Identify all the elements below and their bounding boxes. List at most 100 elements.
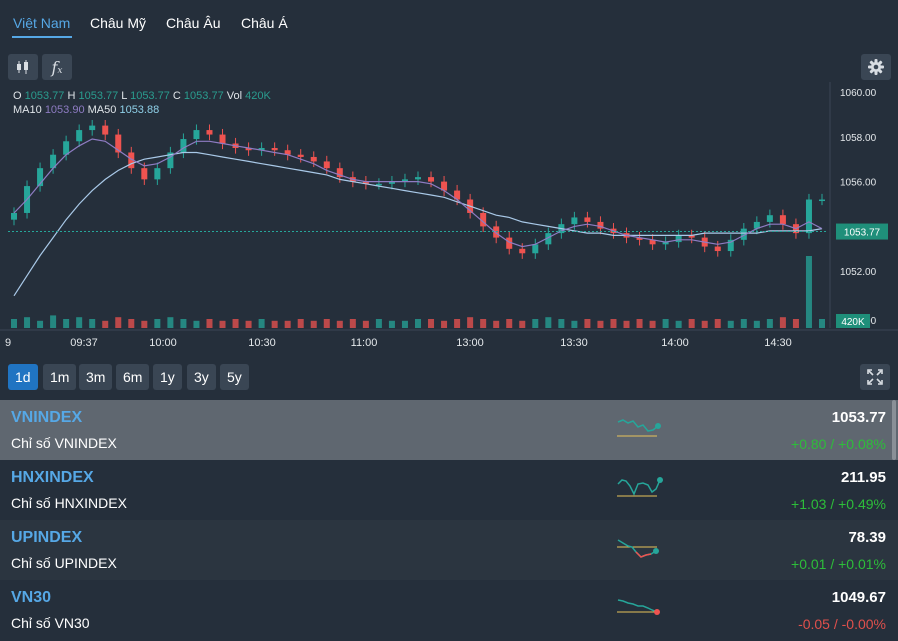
volume-bar bbox=[610, 319, 617, 328]
index-change: +1.03 / +0.49% bbox=[791, 496, 886, 512]
candle bbox=[76, 130, 83, 142]
candle bbox=[714, 246, 721, 252]
volume-bar bbox=[284, 320, 291, 328]
index-row-hnxindex[interactable]: HNXINDEX Chỉ số HNXINDEX 211.95 +1.03 / … bbox=[0, 460, 898, 520]
price-chart-svg[interactable]: 1060.001058.001056.001052.001050.00909:3… bbox=[0, 82, 898, 352]
volume-bar bbox=[649, 320, 656, 328]
legend-ma10: 1053.90 bbox=[44, 104, 85, 116]
expand-icon bbox=[867, 369, 883, 385]
index-name: Chỉ số HNXINDEX bbox=[11, 495, 127, 511]
volume-bar bbox=[388, 320, 395, 328]
range-1d[interactable]: 1d bbox=[8, 364, 38, 390]
volume-bar bbox=[571, 320, 578, 328]
volume-bar bbox=[675, 320, 682, 328]
range-6m[interactable]: 6m bbox=[116, 364, 150, 390]
index-symbol: VNINDEX bbox=[11, 409, 83, 426]
volume-bar bbox=[141, 320, 148, 328]
legend-h-label: H bbox=[67, 90, 76, 102]
sparkline-down-segment bbox=[635, 551, 652, 558]
x-tick-label: 14:00 bbox=[661, 337, 689, 349]
price-chart[interactable]: 1060.001058.001056.001052.001050.00909:3… bbox=[0, 82, 898, 352]
candle bbox=[89, 125, 96, 131]
legend-low: 1053.77 bbox=[130, 90, 170, 102]
volume-bar bbox=[323, 319, 330, 328]
candle bbox=[532, 244, 539, 254]
market-tabs: Việt Nam Châu Mỹ Châu Âu Châu Á bbox=[0, 0, 898, 46]
index-row-vn30[interactable]: VN30 Chỉ số VN30 1049.67 -0.05 / -0.00% bbox=[0, 580, 898, 640]
index-row-vnindex[interactable]: VNINDEX Chỉ số VNINDEX 1053.77 +0.80 / +… bbox=[0, 400, 898, 460]
index-value: 78.39 bbox=[848, 529, 886, 546]
volume-bar bbox=[493, 320, 500, 328]
ohlc-legend: O 1053.77 H 1053.77 L 1053.77 C 1053.77 … bbox=[13, 90, 271, 102]
list-scrollbar[interactable] bbox=[892, 400, 896, 460]
volume-bar bbox=[532, 319, 539, 328]
volume-bar bbox=[50, 315, 57, 328]
index-value: 1053.77 bbox=[831, 409, 886, 426]
legend-ma50: 1053.88 bbox=[119, 104, 160, 116]
x-tick-label: 10:00 bbox=[149, 337, 177, 349]
candle bbox=[766, 215, 773, 222]
legend-c-label: C bbox=[172, 90, 181, 102]
volume-bar bbox=[89, 319, 96, 328]
candle bbox=[428, 177, 435, 182]
x-tick-label: 13:30 bbox=[560, 337, 588, 349]
volume-bar bbox=[636, 319, 643, 328]
volume-bar bbox=[310, 320, 317, 328]
candle bbox=[323, 161, 330, 169]
legend-l-label: L bbox=[121, 90, 128, 102]
range-3m[interactable]: 3m bbox=[79, 364, 113, 390]
range-5y[interactable]: 5y bbox=[220, 364, 249, 390]
legend-high: 1053.77 bbox=[78, 90, 119, 102]
volume-bar bbox=[792, 319, 799, 328]
index-row-upindex[interactable]: UPINDEX Chỉ số UPINDEX 78.39 +0.01 / +0.… bbox=[0, 520, 898, 580]
volume-bar bbox=[519, 320, 526, 328]
volume-bar bbox=[779, 317, 786, 328]
candle bbox=[102, 125, 109, 135]
volume-bar bbox=[819, 319, 825, 328]
tab-americas[interactable]: Châu Mỹ bbox=[90, 15, 146, 31]
indicators-button[interactable]: fx bbox=[42, 54, 72, 80]
legend-volume: 420K bbox=[245, 90, 271, 102]
index-symbol: VN30 bbox=[11, 589, 52, 606]
range-3y[interactable]: 3y bbox=[187, 364, 216, 390]
gear-icon bbox=[868, 59, 884, 75]
candle bbox=[180, 139, 187, 153]
index-change: +0.01 / +0.01% bbox=[791, 556, 886, 572]
tab-europe[interactable]: Châu Âu bbox=[166, 15, 220, 31]
fullscreen-button[interactable] bbox=[860, 364, 890, 390]
volume-bar bbox=[506, 319, 513, 328]
candle bbox=[779, 215, 786, 225]
last-volume-label: 420K bbox=[841, 317, 865, 328]
volume-bar bbox=[662, 319, 669, 328]
volume-bar bbox=[727, 320, 734, 328]
legend-open: 1053.77 bbox=[24, 90, 65, 102]
volume-bar bbox=[232, 319, 239, 328]
tab-vietnam[interactable]: Việt Nam bbox=[13, 15, 70, 31]
tab-asia[interactable]: Châu Á bbox=[241, 15, 288, 31]
range-1m[interactable]: 1m bbox=[43, 364, 77, 390]
volume-bar bbox=[76, 317, 83, 328]
volume-bar bbox=[401, 320, 408, 328]
candle bbox=[415, 177, 421, 180]
x-tick-label: 14:30 bbox=[764, 337, 792, 349]
volume-bar bbox=[375, 319, 382, 328]
index-value: 1049.67 bbox=[831, 589, 886, 606]
range-1y[interactable]: 1y bbox=[153, 364, 182, 390]
sparkline bbox=[617, 599, 660, 615]
sparkline-path bbox=[617, 419, 659, 432]
volume-bar bbox=[362, 320, 369, 328]
chart-settings-button[interactable] bbox=[861, 54, 891, 80]
volume-bar bbox=[128, 319, 135, 328]
x-tick-label: 13:00 bbox=[456, 337, 484, 349]
index-change: -0.05 / -0.00% bbox=[798, 616, 886, 632]
chart-type-button[interactable] bbox=[8, 54, 38, 80]
volume-bar bbox=[115, 317, 122, 328]
volume-bar bbox=[454, 319, 461, 328]
volume-bar bbox=[714, 319, 721, 328]
volume-bar bbox=[349, 319, 356, 328]
index-name: Chỉ số VN30 bbox=[11, 615, 90, 631]
sparkline-endpoint bbox=[654, 609, 660, 615]
legend-o-label: O bbox=[13, 90, 22, 102]
index-name: Chỉ số UPINDEX bbox=[11, 555, 117, 571]
volume-bar bbox=[180, 319, 187, 328]
